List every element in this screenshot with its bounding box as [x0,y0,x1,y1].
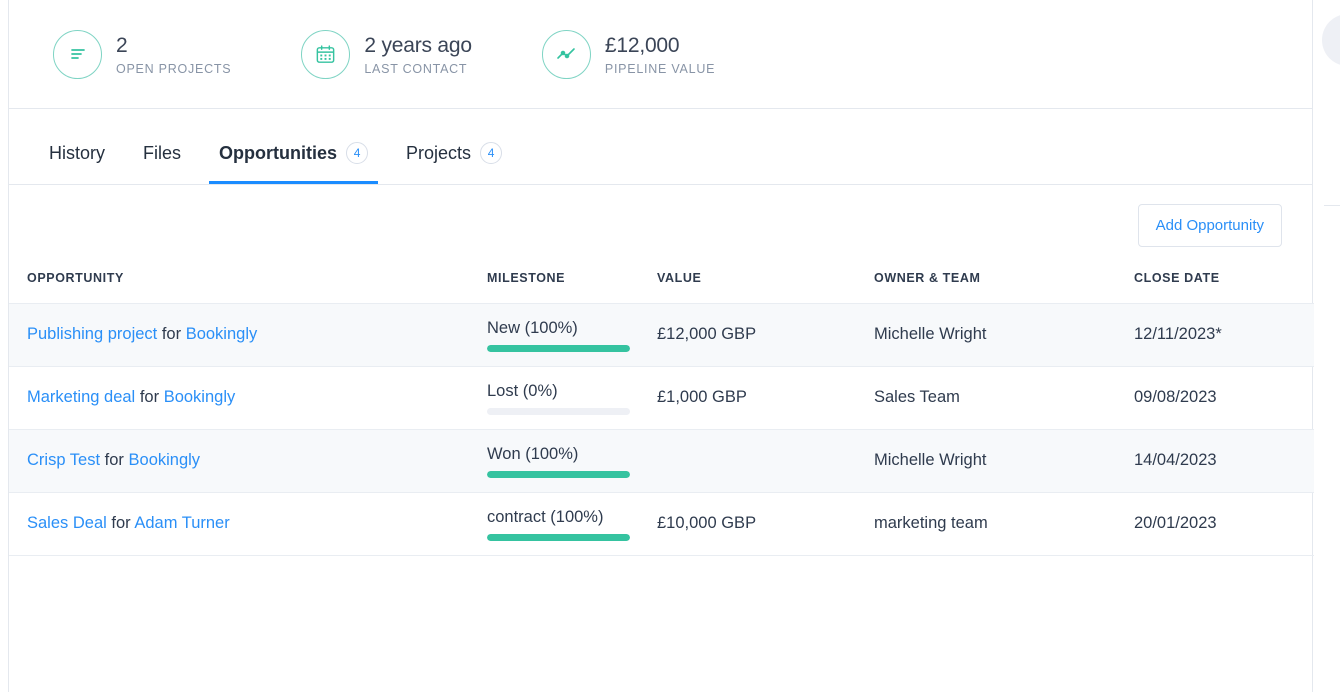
milestone-progress-fill [487,471,630,478]
stat-label: LAST CONTACT [364,61,468,76]
cell-close-date: 20/01/2023 [1134,514,1217,532]
add-opportunity-button[interactable]: Add Opportunity [1137,203,1282,247]
milestone-progress-fill [487,345,630,352]
opportunity-link[interactable]: Publishing project [27,325,157,343]
cell-owner-team: Michelle Wright [874,451,987,469]
cell-milestone: Won (100%) [487,429,657,492]
table-body: Publishing project for Bookingly New (10… [9,303,1314,555]
tab-badge-count: 4 [346,142,369,164]
stat-open-projects: 2 OPEN PROJECTS [53,29,232,79]
for-separator: for [111,514,131,532]
account-link[interactable]: Adam Turner [134,514,229,532]
bars-list-icon [53,29,102,79]
cell-opportunity: Publishing project for Bookingly [9,303,487,366]
account-link[interactable]: Bookingly [186,325,258,343]
stat-value: 2 years ago [364,33,472,57]
for-separator: for [161,325,182,343]
cell-milestone: New (100%) [487,303,657,366]
opportunities-page: 2 OPEN PROJECTS 2 years ago LAST CONTACT… [0,0,1340,692]
tab-files[interactable]: Files [133,143,191,184]
for-separator: for [139,388,160,406]
tab-history[interactable]: History [39,143,115,184]
avatar [1322,14,1340,66]
tab-label: Projects [406,142,472,163]
opportunity-link[interactable]: Crisp Test [27,451,100,469]
milestone-label: Won (100%) [487,445,579,463]
cell-owner-team: marketing team [874,514,988,532]
cell-milestone: Lost (0%) [487,366,657,429]
milestone-label: contract (100%) [487,508,604,526]
line-chart-icon [541,29,591,79]
account-link[interactable]: Bookingly [129,451,201,469]
table-row[interactable]: Sales Deal for Adam Turner contract (100… [9,492,1314,555]
table-header: OPPORTUNITY MILESTONE VALUE OWNER & TEAM… [9,265,1314,303]
table-row[interactable]: Publishing project for Bookingly New (10… [9,303,1314,366]
contact-stats-strip: 2 OPEN PROJECTS 2 years ago LAST CONTACT… [9,0,1312,109]
tab-badge-count: 4 [480,142,503,164]
milestone-label: New (100%) [487,319,578,337]
for-separator: for [104,451,124,469]
column-header-opportunity: OPPORTUNITY [27,270,124,285]
table-row[interactable]: Crisp Test for Bookingly Won (100%) Mich… [9,429,1314,492]
stat-value: 2 [116,33,128,57]
cell-owner-team: Sales Team [874,388,960,406]
column-header-owner-team: OWNER & TEAM [874,270,981,285]
stat-pipeline-value: £12,000 PIPELINE VALUE [541,29,716,79]
calendar-icon [301,29,351,79]
opportunity-link[interactable]: Sales Deal [27,514,107,532]
milestone-progress-track [487,345,630,352]
column-header-close-date: CLOSE DATE [1134,270,1220,285]
column-header-milestone: MILESTONE [487,270,566,285]
tab-label: Files [143,143,182,163]
milestone-progress-track [487,534,630,541]
milestone-progress-track [487,471,630,478]
table-action-bar: Add Opportunity [9,185,1312,265]
divider [1324,205,1340,206]
stat-label: OPEN PROJECTS [116,61,232,76]
stat-value: £12,000 [604,33,680,57]
cell-value: £1,000 GBP [657,388,747,406]
milestone-progress-fill [487,534,630,541]
main-content-panel: 2 OPEN PROJECTS 2 years ago LAST CONTACT… [8,0,1314,692]
tab-opportunities[interactable]: Opportunities 4 [209,142,379,184]
column-header-value: VALUE [657,270,702,285]
cell-value [657,429,874,492]
table-header-row: OPPORTUNITY MILESTONE VALUE OWNER & TEAM… [9,265,1314,303]
cell-opportunity: Sales Deal for Adam Turner [9,492,487,555]
table-row[interactable]: Marketing deal for Bookingly Lost (0%) £… [9,366,1314,429]
account-link[interactable]: Bookingly [164,388,236,406]
right-side-panel [1314,0,1340,692]
tab-bar: History Files Opportunities 4 Projects 4 [9,109,1312,185]
cell-close-date: 12/11/2023* [1134,325,1222,343]
milestone-progress-track [487,408,630,415]
cell-opportunity: Crisp Test for Bookingly [9,429,487,492]
cell-owner-team: Michelle Wright [874,325,987,343]
opportunity-link[interactable]: Marketing deal [27,388,135,406]
stat-last-contact: 2 years ago LAST CONTACT [301,29,472,79]
stat-label: PIPELINE VALUE [604,61,716,76]
cell-close-date: 09/08/2023 [1134,388,1217,406]
cell-value: £10,000 GBP [657,514,757,532]
tab-projects[interactable]: Projects 4 [396,142,512,184]
tab-label: History [49,143,106,163]
cell-milestone: contract (100%) [487,492,657,555]
tab-label: Opportunities [219,142,338,163]
cell-close-date: 14/04/2023 [1134,451,1217,469]
cell-value: £12,000 GBP [657,325,757,343]
milestone-label: Lost (0%) [487,382,558,400]
cell-opportunity: Marketing deal for Bookingly [9,366,487,429]
opportunities-table: OPPORTUNITY MILESTONE VALUE OWNER & TEAM… [9,265,1314,556]
